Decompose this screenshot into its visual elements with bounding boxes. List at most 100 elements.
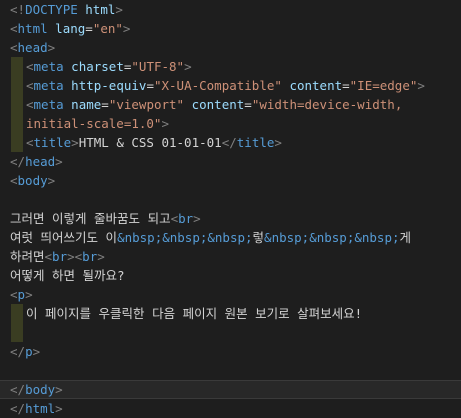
code-token-tag: DOCTYPE — [25, 2, 78, 17]
code-token-tag: head — [17, 40, 48, 55]
code-line[interactable]: </body> — [0, 380, 461, 399]
code-token-str: "en" — [92, 21, 123, 36]
code-token-punct: < — [10, 173, 18, 188]
code-token-punct: </ — [221, 135, 237, 150]
code-token-punct: </ — [10, 154, 26, 169]
code-token-plain: 렇 — [252, 230, 265, 245]
code-token-plain: = — [244, 97, 252, 112]
code-line-text: <!DOCTYPE html> — [10, 2, 123, 17]
code-line[interactable] — [0, 190, 461, 209]
code-token-punct: > — [55, 382, 63, 397]
code-line[interactable]: <p> — [0, 285, 461, 304]
code-token-plain: = — [146, 78, 154, 93]
code-token-tag: meta — [33, 78, 64, 93]
code-token-attr: http-equiv — [71, 78, 147, 93]
code-token-attr: html — [85, 2, 116, 17]
code-line[interactable]: <!DOCTYPE html> — [0, 0, 461, 19]
code-token-punct: < — [10, 40, 18, 55]
code-token-punct: < — [170, 211, 179, 226]
code-token-punct: > — [47, 40, 56, 55]
code-line[interactable]: 그러면 이렇게 줄바꿈도 되고<br> — [0, 209, 461, 228]
code-token-ent: &nbsp;&nbsp;&nbsp; — [264, 230, 400, 245]
code-token-tag: body — [17, 173, 48, 188]
code-token-punct: < — [44, 249, 53, 264]
code-token-tag: br — [82, 249, 98, 264]
code-line[interactable]: 어떻게 하면 될까요? — [0, 266, 461, 285]
code-token-str: initial-scale=1.0" — [26, 116, 162, 131]
code-line-text: <meta http-equiv="X-UA-Compatible" conte… — [10, 78, 425, 93]
code-token-plain: = — [101, 97, 109, 112]
code-token-punct: > — [97, 249, 105, 264]
code-token-str: "X-UA-Compatible" — [153, 78, 282, 93]
code-line[interactable]: <meta http-equiv="X-UA-Compatible" conte… — [0, 76, 461, 95]
code-line[interactable]: <head> — [0, 38, 461, 57]
code-line[interactable]: </p> — [0, 342, 461, 361]
code-line-text: <meta name="viewport" content="width=dev… — [10, 97, 402, 112]
code-line[interactable]: <meta name="viewport" content="width=dev… — [0, 95, 461, 114]
code-line-text: </p> — [10, 344, 40, 359]
code-token-punct: </ — [10, 382, 26, 397]
code-line[interactable]: 이 페이지를 우클릭한 다음 페이지 원본 보기로 살펴보세요! — [0, 304, 461, 323]
code-token-str: "UTF-8" — [131, 59, 185, 74]
code-token-punct: > — [193, 211, 201, 226]
code-token-plain: 게 — [399, 230, 412, 245]
code-line-text: <head> — [10, 40, 55, 55]
code-token-tag: head — [25, 154, 56, 169]
code-line[interactable]: initial-scale=1.0"> — [0, 114, 461, 133]
code-token-tag: title — [33, 135, 72, 150]
code-line[interactable]: 여럿 띄어쓰기도 이&nbsp;&nbsp;&nbsp;렇&nbsp;&nbsp… — [0, 228, 461, 247]
code-token-punct: < — [26, 135, 34, 150]
code-token-tag: br — [178, 211, 194, 226]
code-line[interactable]: <title>HTML & CSS 01-01-01</title> — [0, 133, 461, 152]
code-token-attr: content — [191, 97, 245, 112]
code-token-tag: html — [17, 21, 48, 36]
code-token-plain: HTML & CSS 01-01-01 — [78, 135, 222, 150]
code-line-text: <title>HTML & CSS 01-01-01</title> — [10, 135, 282, 150]
code-token-punct: < — [10, 287, 18, 302]
code-line[interactable] — [0, 323, 461, 342]
code-token-str: "width=device-width, — [251, 97, 403, 112]
code-line-text: </body> — [10, 382, 63, 397]
code-token-tag: meta — [33, 59, 64, 74]
code-token-tag: meta — [33, 97, 64, 112]
code-token-punct: > — [184, 59, 192, 74]
code-token-plain: 이 페이지를 우클릭한 다음 페이지 원본 보기로 살펴보세요! — [26, 306, 363, 321]
code-token-punct: > — [161, 116, 169, 131]
code-token-str: "viewport" — [108, 97, 185, 112]
code-token-punct: < — [26, 97, 34, 112]
code-line[interactable]: 하려면<br><br> — [0, 247, 461, 266]
code-line[interactable]: <body> — [0, 171, 461, 190]
code-token-punct: > — [55, 154, 63, 169]
code-line-text: 어떻게 하면 될까요? — [10, 268, 125, 283]
code-line-text: 이 페이지를 우클릭한 다음 페이지 원본 보기로 살펴보세요! — [10, 306, 362, 321]
code-line[interactable] — [0, 361, 461, 380]
code-line[interactable]: <html lang="en"> — [0, 19, 461, 38]
code-editor[interactable]: <!DOCTYPE html> <html lang="en"> <head> <me… — [0, 0, 461, 416]
code-token-attr: name — [71, 97, 102, 112]
code-token-plain: 하려면 — [10, 249, 45, 264]
code-token-punct: > — [47, 173, 56, 188]
code-line[interactable]: </head> — [0, 152, 461, 171]
code-token-tag: br — [52, 249, 68, 264]
code-token-attr: lang — [55, 21, 86, 36]
code-token-punct: > — [32, 344, 41, 359]
code-line-text: <body> — [10, 173, 55, 188]
code-token-punct: > — [25, 287, 33, 302]
code-line-text: <meta charset="UTF-8"> — [10, 59, 192, 74]
code-token-punct: > — [274, 135, 282, 150]
code-token-punct: < — [10, 21, 18, 36]
code-line-text: <p> — [10, 287, 33, 302]
code-token-punct: <! — [10, 2, 26, 17]
code-token-plain: 그러면 이렇게 줄바꿈도 되고 — [10, 211, 171, 226]
code-token-punct: < — [26, 59, 34, 74]
code-line-text: </head> — [10, 154, 63, 169]
code-token-tag: body — [25, 382, 56, 397]
code-token-punct: < — [26, 78, 34, 93]
code-line[interactable]: </html> — [0, 399, 461, 418]
code-token-punct: </ — [10, 344, 26, 359]
code-token-punct: > — [67, 249, 75, 264]
code-line[interactable]: <meta charset="UTF-8"> — [0, 57, 461, 76]
indent-guide — [11, 323, 23, 342]
code-token-plain: = — [342, 78, 350, 93]
